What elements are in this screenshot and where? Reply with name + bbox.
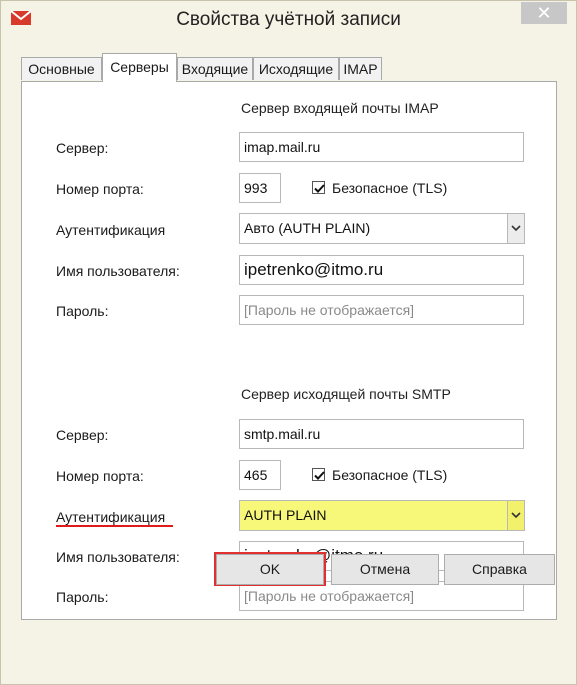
outgoing-password-label: Пароль: <box>56 589 109 605</box>
incoming-port-label: Номер порта: <box>56 181 144 197</box>
close-button[interactable]: ✕ <box>521 2 567 24</box>
outgoing-auth-select[interactable]: AUTH PLAIN <box>239 500 525 531</box>
chevron-down-icon[interactable] <box>507 501 524 530</box>
annotation-underline <box>56 525 173 527</box>
incoming-section-title: Сервер входящей почты IMAP <box>241 100 439 116</box>
servers-panel: Сервер входящей почты IMAP Сервер: imap.… <box>21 81 557 620</box>
outgoing-section-title: Сервер исходящей почты SMTP <box>241 386 451 402</box>
checkmark-icon <box>314 471 325 480</box>
incoming-auth-value: Авто (AUTH PLAIN) <box>244 220 371 236</box>
chevron-down-icon[interactable] <box>507 214 524 243</box>
outgoing-port-label: Номер порта: <box>56 468 144 484</box>
incoming-server-label: Сервер: <box>56 140 109 156</box>
outgoing-auth-value: AUTH PLAIN <box>244 507 327 523</box>
outgoing-port-input[interactable]: 465 <box>239 460 281 490</box>
incoming-auth-select[interactable]: Авто (AUTH PLAIN) <box>239 213 525 244</box>
outgoing-secure-checkbox[interactable] <box>312 468 325 481</box>
incoming-password-label: Пароль: <box>56 303 109 319</box>
incoming-server-input[interactable]: imap.mail.ru <box>239 132 524 162</box>
incoming-username-input[interactable]: ipetrenko@itmo.ru <box>239 255 524 285</box>
incoming-auth-label: Аутентификация <box>56 222 166 238</box>
window-title: Свойства учётной записи <box>176 9 401 30</box>
incoming-password-input[interactable]: [Пароль не отображается] <box>239 295 524 325</box>
incoming-port-input[interactable]: 993 <box>239 173 281 203</box>
outgoing-auth-label: Аутентификация <box>56 509 166 525</box>
tab-incoming[interactable]: Входящие <box>177 57 253 80</box>
cancel-button[interactable]: Отмена <box>331 554 439 585</box>
checkmark-icon <box>314 184 325 193</box>
incoming-secure-checkbox[interactable] <box>312 181 325 194</box>
outgoing-server-input[interactable]: smtp.mail.ru <box>239 419 524 449</box>
tab-imap[interactable]: IMAP <box>339 57 382 80</box>
dialog-window: Свойства учётной записи ✕ Основные Серве… <box>0 0 577 685</box>
ok-button[interactable]: OK <box>216 554 324 585</box>
outgoing-user-label: Имя пользователя: <box>56 549 180 565</box>
tab-outgoing[interactable]: Исходящие <box>253 57 339 80</box>
title-bar: Свойства учётной записи ✕ <box>1 1 576 41</box>
incoming-user-label: Имя пользователя: <box>56 263 180 279</box>
outgoing-server-label: Сервер: <box>56 427 109 443</box>
help-button[interactable]: Справка <box>444 554 555 585</box>
outgoing-secure-label: Безопасное (TLS) <box>332 467 448 483</box>
tab-servers[interactable]: Серверы <box>102 53 177 82</box>
tab-general[interactable]: Основные <box>21 57 102 80</box>
incoming-secure-label: Безопасное (TLS) <box>332 180 448 196</box>
